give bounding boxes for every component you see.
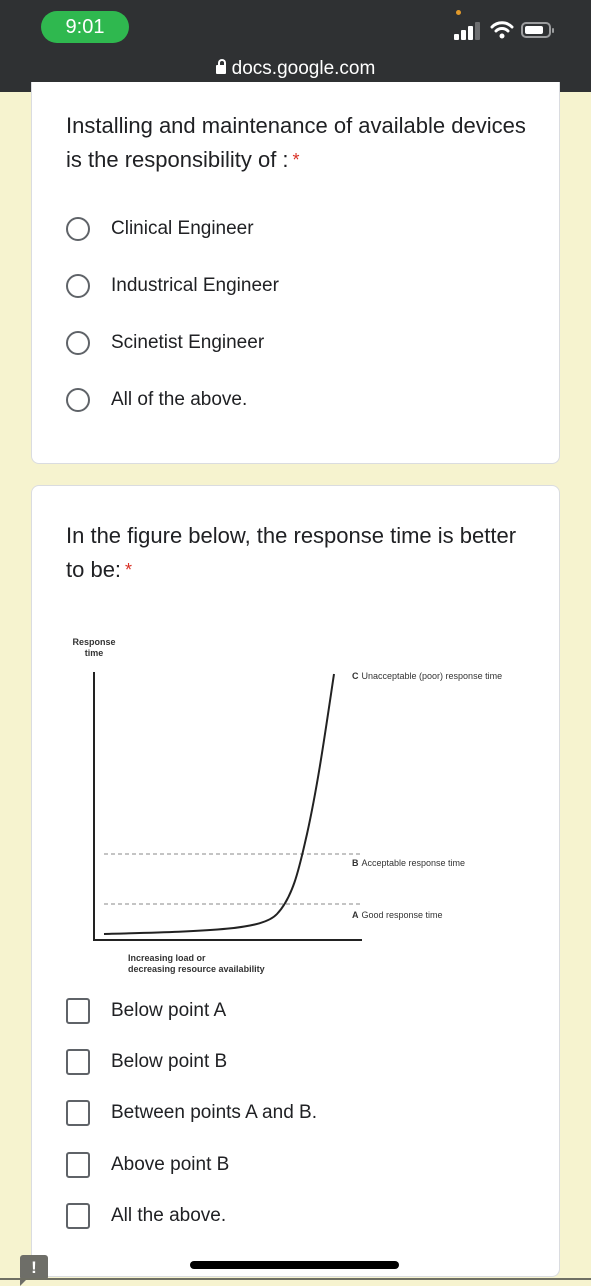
response-curve xyxy=(103,673,335,935)
address-bar[interactable]: docs.google.com xyxy=(0,58,591,80)
checkbox[interactable] xyxy=(66,1049,90,1075)
radio-button[interactable] xyxy=(66,217,90,241)
radio-option-clinical-engineer[interactable]: Clinical Engineer xyxy=(66,214,254,244)
option-label: All of the above. xyxy=(111,389,248,410)
level-c-label: C Unacceptable (poor) response time xyxy=(352,671,502,681)
question-text: In the figure below, the response time i… xyxy=(66,523,517,582)
response-time-figure: Response time C Unacceptable (poor) respo… xyxy=(62,634,532,986)
required-asterisk: * xyxy=(125,560,133,580)
x-axis-label-line2: decreasing resource availability xyxy=(128,964,265,974)
checkbox-option-all-the-above[interactable]: All the above. xyxy=(66,1201,226,1231)
radio-button[interactable] xyxy=(66,274,90,298)
radio-option-scinetist-engineer[interactable]: Scinetist Engineer xyxy=(66,328,264,358)
question-title: In the figure below, the response time i… xyxy=(66,519,526,587)
question-card-1: Installing and maintenance of available … xyxy=(31,82,560,464)
option-label: Scinetist Engineer xyxy=(111,332,265,353)
checkbox-option-between-a-and-b[interactable]: Between points A and B. xyxy=(66,1098,317,1128)
checkbox[interactable] xyxy=(66,1152,90,1178)
radio-button[interactable] xyxy=(66,331,90,355)
response-time-diagram: Response time C Unacceptable (poor) respo… xyxy=(72,637,502,974)
checkbox[interactable] xyxy=(66,998,90,1024)
wifi-icon xyxy=(490,21,514,39)
url-text: docs.google.com xyxy=(231,58,376,79)
x-axis-label-line1: Increasing load or xyxy=(128,953,206,963)
option-label: Below point A xyxy=(111,1000,227,1021)
checkbox[interactable] xyxy=(66,1203,90,1229)
camera-indicator-icon xyxy=(456,10,461,15)
level-a-label: A Good response time xyxy=(352,910,443,920)
option-label: Between points A and B. xyxy=(111,1102,317,1123)
option-label: All the above. xyxy=(111,1205,227,1226)
radio-button[interactable] xyxy=(66,388,90,412)
level-b-letter: B xyxy=(352,858,359,868)
checkbox-option-below-point-a[interactable]: Below point A xyxy=(66,996,226,1026)
radio-option-all-of-the-above[interactable]: All of the above. xyxy=(66,385,247,415)
checkbox-option-above-point-b[interactable]: Above point B xyxy=(66,1150,229,1180)
level-c-letter: C xyxy=(352,671,359,681)
level-c-text: Unacceptable (poor) response time xyxy=(362,671,503,681)
option-label: Below point B xyxy=(111,1051,228,1072)
y-axis-label-line1: Response xyxy=(72,637,115,647)
checkbox[interactable] xyxy=(66,1100,90,1126)
option-label: Clinical Engineer xyxy=(111,218,254,239)
level-a-text: Good response time xyxy=(362,910,443,920)
question-title: Installing and maintenance of available … xyxy=(66,109,526,177)
checkbox-option-below-point-b[interactable]: Below point B xyxy=(66,1047,227,1077)
clock-time: 9:01 xyxy=(41,11,129,43)
required-asterisk: * xyxy=(292,150,300,170)
battery-icon xyxy=(521,22,554,38)
signal-icon xyxy=(454,22,480,40)
home-indicator[interactable] xyxy=(190,1261,399,1269)
report-feedback-icon[interactable]: ! xyxy=(20,1255,48,1286)
option-label: Above point B xyxy=(111,1154,230,1175)
level-b-text: Acceptable response time xyxy=(362,858,466,868)
status-bar: 9:01 docs.google.com xyxy=(0,0,591,92)
question-card-2: In the figure below, the response time i… xyxy=(31,485,560,1277)
level-a-letter: A xyxy=(352,910,359,920)
y-axis-label-line2: time xyxy=(85,648,104,658)
radio-option-industrical-engineer[interactable]: Industrical Engineer xyxy=(66,271,279,301)
level-b-label: B Acceptable response time xyxy=(352,858,465,868)
lock-icon xyxy=(215,59,226,74)
option-label: Industrical Engineer xyxy=(111,275,279,296)
